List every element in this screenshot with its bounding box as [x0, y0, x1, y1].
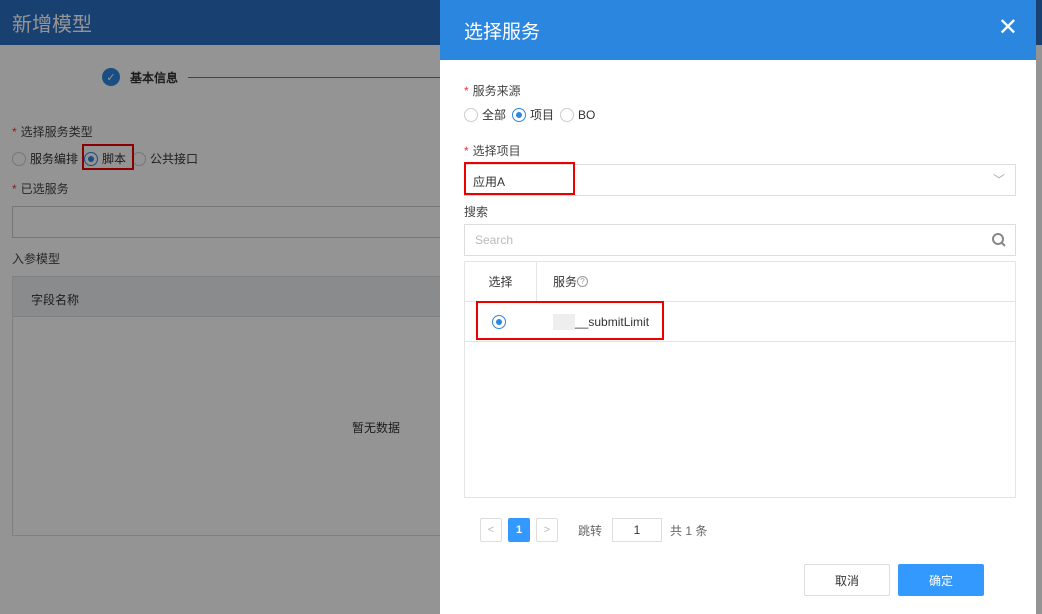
service-table: 选择 服务? __submitLimit: [464, 261, 1016, 498]
select-service-dialog: 选择服务✕ *服务来源 全部 项目 BO *选择项目 应用A﹀ 搜索 选择服务?…: [440, 0, 1036, 614]
column-service: 服务?: [537, 262, 589, 301]
highlight-box: [476, 301, 664, 340]
confirm-button[interactable]: 确定: [898, 564, 984, 596]
jump-label: 跳转: [578, 523, 603, 538]
jump-input[interactable]: 1: [612, 518, 663, 542]
next-page-button[interactable]: >: [536, 518, 558, 542]
radio-bo[interactable]: BO: [560, 107, 595, 122]
pagination: < 1 > 跳转 1 共 1 条: [480, 518, 707, 542]
search-field: [464, 224, 1016, 256]
radio-project[interactable]: 项目: [512, 106, 554, 123]
search-label: 搜索: [464, 205, 489, 219]
help-icon[interactable]: ?: [577, 276, 589, 287]
highlight-box: [464, 162, 575, 195]
prev-page-button[interactable]: <: [480, 518, 502, 542]
dialog-header: 选择服务 ✕: [440, 0, 1036, 60]
source-radio-group: 全部 项目 BO: [464, 106, 595, 123]
dialog-title: 选择服务: [464, 22, 541, 43]
page-1-button[interactable]: 1: [508, 518, 530, 542]
cancel-button[interactable]: 取消: [804, 564, 890, 596]
project-label: * 选择项目: [464, 144, 521, 158]
source-label: * 服务来源: [464, 84, 521, 98]
chevron-down-icon: ﹀: [992, 173, 1005, 187]
total-count: 共 1 条: [670, 523, 708, 538]
close-icon[interactable]: ✕: [998, 16, 1018, 40]
column-select: 选择: [465, 262, 537, 301]
search-input[interactable]: [465, 225, 965, 255]
search-icon[interactable]: [991, 232, 1007, 248]
radio-all[interactable]: 全部: [464, 106, 506, 123]
